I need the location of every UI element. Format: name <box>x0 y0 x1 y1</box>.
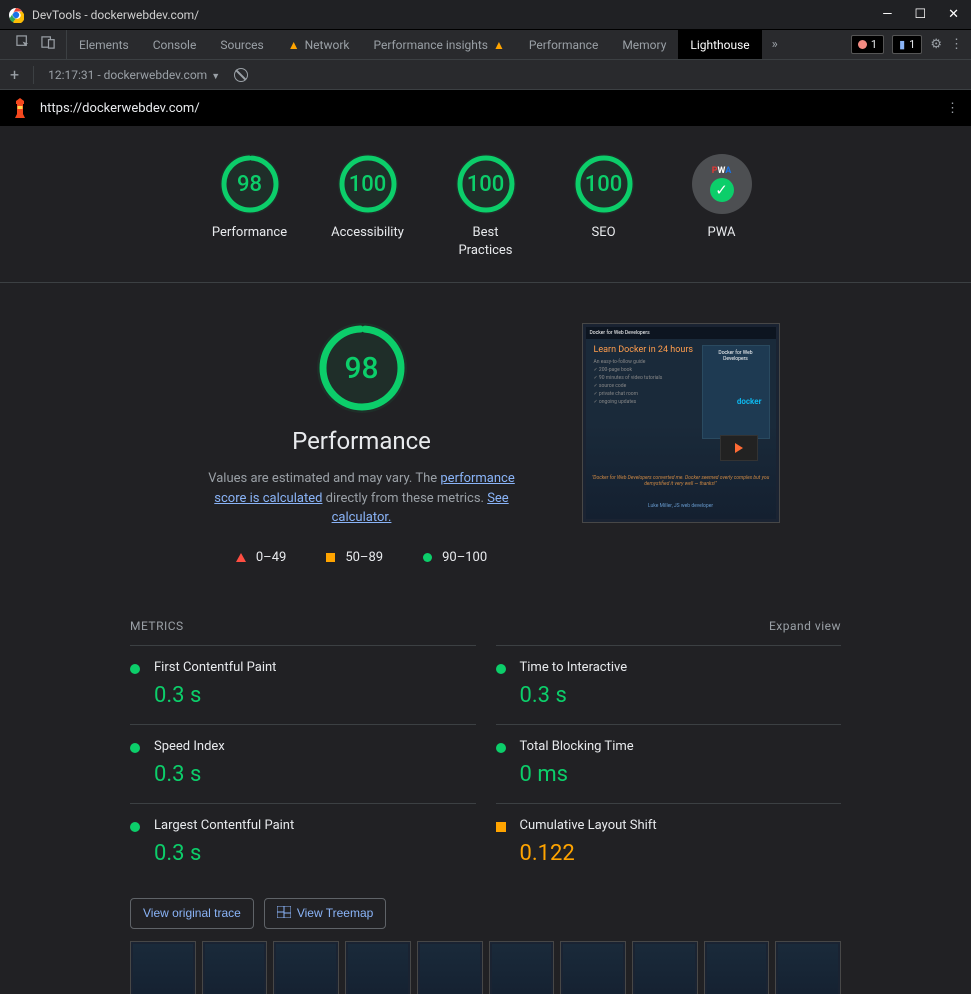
circle-icon <box>496 743 506 753</box>
report-url: https://dockerwebdev.com/ <box>40 101 200 116</box>
metric-name: Speed Index <box>154 739 225 754</box>
metric-value: 0.3 s <box>154 762 225 787</box>
metric-name: Largest Contentful Paint <box>154 818 294 833</box>
performance-gauge: 98 <box>317 323 407 413</box>
filmstrip-frame[interactable] <box>202 941 268 994</box>
tab-network[interactable]: ▲Network <box>276 30 362 59</box>
circle-icon <box>496 664 506 674</box>
filmstrip <box>130 941 841 994</box>
metric-name: First Contentful Paint <box>154 660 276 675</box>
chrome-icon <box>8 7 24 23</box>
score-summary: 98 Performance 100 Accessibility 100 Bes… <box>0 126 971 283</box>
new-report-button[interactable]: + <box>10 65 19 84</box>
circle-icon <box>130 822 140 832</box>
devtools-tabs: Elements Console Sources ▲Network Perfor… <box>0 30 971 60</box>
messages-badge[interactable]: ▮1 <box>892 35 922 54</box>
settings-icon[interactable]: ⚙ <box>930 37 942 52</box>
circle-icon <box>130 664 140 674</box>
filmstrip-frame[interactable] <box>632 941 698 994</box>
score-seo[interactable]: 100 SEO <box>564 154 644 260</box>
tab-sources[interactable]: Sources <box>208 30 275 59</box>
check-icon: ✓ <box>710 178 734 202</box>
metric-item: First Contentful Paint 0.3 s <box>130 645 476 724</box>
score-legend: 0–49 50–89 90–100 <box>236 550 487 565</box>
report-header: https://dockerwebdev.com/ ⋮ <box>0 90 971 126</box>
report-selector[interactable]: 12:17:31 - dockerwebdev.com▼ <box>48 68 220 82</box>
lighthouse-toolbar: + 12:17:31 - dockerwebdev.com▼ <box>0 60 971 90</box>
circle-icon <box>130 743 140 753</box>
filmstrip-frame[interactable] <box>130 941 196 994</box>
filmstrip-frame[interactable] <box>775 941 841 994</box>
metric-value: 0.3 s <box>154 683 276 708</box>
warning-icon: ▲ <box>288 38 300 52</box>
score-performance[interactable]: 98 Performance <box>210 154 290 260</box>
performance-heading: Performance <box>292 427 431 455</box>
square-icon <box>326 553 335 562</box>
pwa-logo-icon: PWA <box>712 166 732 176</box>
metric-name: Time to Interactive <box>520 660 628 675</box>
metrics-heading: METRICS <box>130 619 184 633</box>
warning-icon: ▲ <box>493 38 505 52</box>
page-screenshot: Docker for Web Developers Learn Docker i… <box>582 323 780 523</box>
lighthouse-icon <box>12 98 28 118</box>
square-icon <box>496 822 506 832</box>
more-tabs-button[interactable]: » <box>762 30 788 59</box>
score-pwa[interactable]: PWA ✓ PWA <box>682 154 762 260</box>
kebab-menu-icon[interactable]: ⋮ <box>950 37 963 52</box>
performance-description: Values are estimated and may vary. The p… <box>192 469 532 528</box>
inspect-icon[interactable] <box>16 35 31 54</box>
report-content: 98 Performance 100 Accessibility 100 Bes… <box>0 126 971 994</box>
window-titlebar: DevTools - dockerwebdev.com/ — ☐ ✕ <box>0 0 971 30</box>
tab-lighthouse[interactable]: Lighthouse <box>678 30 761 59</box>
device-icon[interactable] <box>41 35 56 54</box>
tab-performance-insights[interactable]: Performance insights▲ <box>361 30 516 59</box>
view-trace-button[interactable]: View original trace <box>130 898 254 929</box>
filmstrip-frame[interactable] <box>560 941 626 994</box>
treemap-icon <box>277 906 291 921</box>
metric-value: 0 ms <box>520 762 634 787</box>
metric-item: Time to Interactive 0.3 s <box>496 645 842 724</box>
metric-item: Largest Contentful Paint 0.3 s <box>130 803 476 882</box>
expand-view-button[interactable]: Expand view <box>769 619 841 633</box>
circle-icon <box>423 553 432 562</box>
close-button[interactable]: ✕ <box>948 7 959 22</box>
metric-item: Speed Index 0.3 s <box>130 724 476 803</box>
metric-name: Cumulative Layout Shift <box>520 818 657 833</box>
filmstrip-frame[interactable] <box>704 941 770 994</box>
clear-icon[interactable] <box>234 68 248 82</box>
filmstrip-frame[interactable] <box>489 941 555 994</box>
metric-item: Total Blocking Time 0 ms <box>496 724 842 803</box>
tab-console[interactable]: Console <box>141 30 209 59</box>
view-treemap-button[interactable]: View Treemap <box>264 898 386 929</box>
minimize-button[interactable]: — <box>882 7 892 22</box>
errors-badge[interactable]: 1 <box>851 35 884 54</box>
tab-memory[interactable]: Memory <box>610 30 678 59</box>
metric-name: Total Blocking Time <box>520 739 634 754</box>
metric-value: 0.122 <box>520 841 657 866</box>
metric-item: Cumulative Layout Shift 0.122 <box>496 803 842 882</box>
window-title: DevTools - dockerwebdev.com/ <box>32 8 882 22</box>
metric-value: 0.3 s <box>520 683 628 708</box>
metric-value: 0.3 s <box>154 841 294 866</box>
filmstrip-frame[interactable] <box>345 941 411 994</box>
score-accessibility[interactable]: 100 Accessibility <box>328 154 408 260</box>
filmstrip-frame[interactable] <box>273 941 339 994</box>
score-best-practices[interactable]: 100 Best Practices <box>446 154 526 260</box>
performance-section: 98 Performance Values are estimated and … <box>0 283 971 595</box>
maximize-button[interactable]: ☐ <box>914 7 926 22</box>
filmstrip-frame[interactable] <box>417 941 483 994</box>
triangle-icon <box>236 553 246 562</box>
report-menu-icon[interactable]: ⋮ <box>946 101 959 116</box>
tab-elements[interactable]: Elements <box>67 30 141 59</box>
tab-performance[interactable]: Performance <box>517 30 610 59</box>
